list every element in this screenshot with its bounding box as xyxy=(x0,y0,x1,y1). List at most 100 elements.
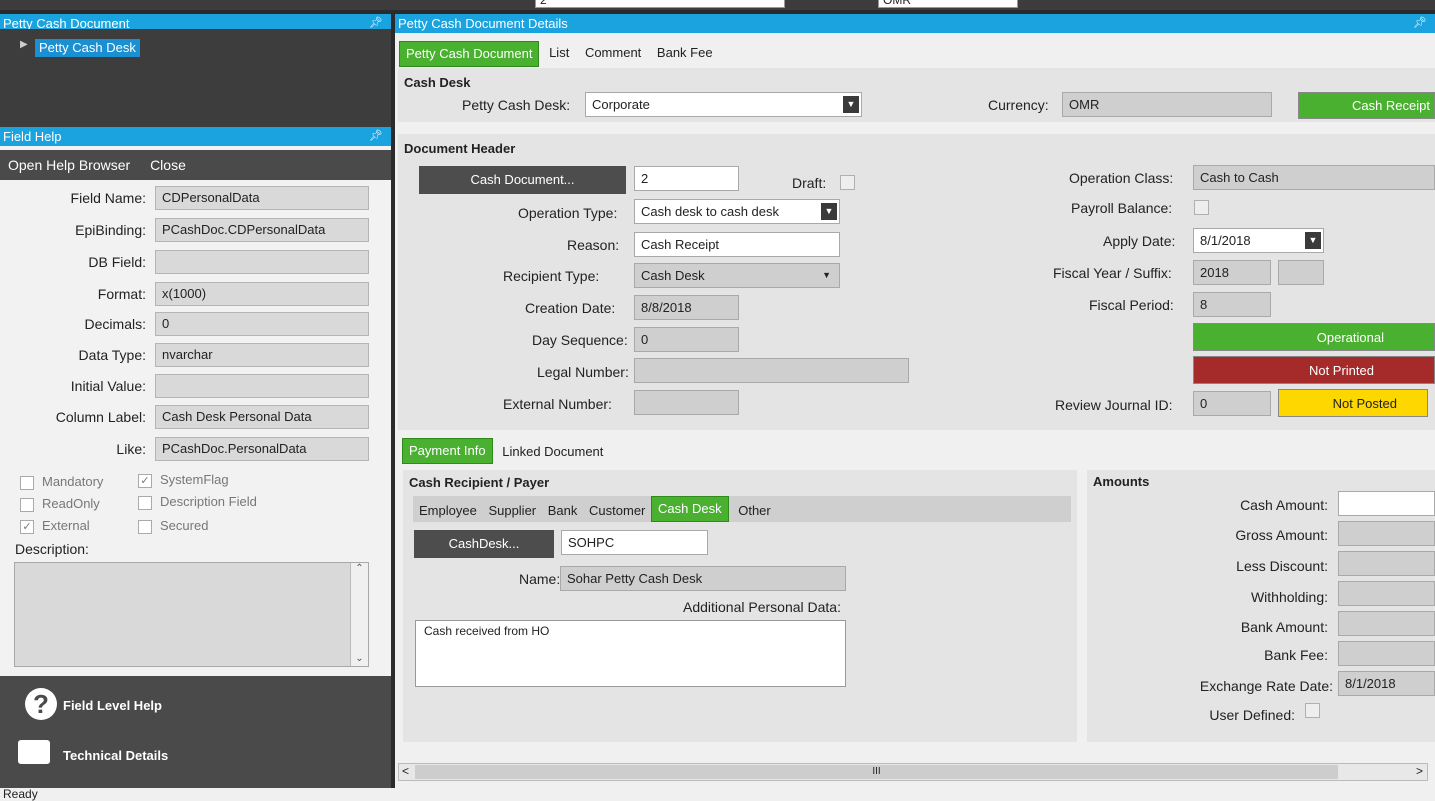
field-help-value[interactable]: x(1000) xyxy=(155,282,369,306)
checkbox[interactable] xyxy=(138,495,152,510)
field-help-value[interactable]: PCashDoc.CDPersonalData xyxy=(155,218,369,242)
fiscal-year-field[interactable]: 2018 xyxy=(1193,260,1271,285)
check-mandatory[interactable]: Mandatory xyxy=(20,474,103,490)
tab-cash-desk[interactable]: Cash Desk xyxy=(651,496,729,522)
withholding-field[interactable] xyxy=(1338,581,1435,606)
cash-document-field[interactable]: 2 xyxy=(634,166,739,191)
tree-item-petty-cash-desk[interactable]: Petty Cash Desk xyxy=(35,39,140,57)
external-number-label: External Number: xyxy=(503,396,612,412)
additional-personal-data-textarea[interactable]: Cash received from HO xyxy=(415,620,846,687)
field-level-help-link[interactable]: Field Level Help xyxy=(63,698,162,713)
bank-amount-field[interactable] xyxy=(1338,611,1435,636)
scroll-thumb[interactable]: III xyxy=(415,765,1338,779)
field-help-value[interactable]: nvarchar xyxy=(155,343,369,367)
field-help-value[interactable] xyxy=(155,250,369,274)
tree-panel: ▶ Petty Cash Desk xyxy=(0,29,391,127)
recipient-title: Cash Recipient / Payer xyxy=(409,475,550,490)
toolbar-record-input[interactable]: 2 xyxy=(535,0,785,8)
tab-bank[interactable]: Bank xyxy=(542,496,584,522)
fiscal-suffix-field[interactable] xyxy=(1278,260,1324,285)
check-secured[interactable]: Secured xyxy=(138,518,208,534)
checkbox-checked[interactable]: ✓ xyxy=(138,473,152,488)
creation-date-field[interactable]: 8/8/2018 xyxy=(634,295,739,320)
cashdesk-field[interactable]: SOHPC xyxy=(561,530,708,555)
exchange-rate-date-field[interactable]: 8/1/2018 xyxy=(1338,671,1435,696)
scroll-up-icon[interactable]: ⌃ xyxy=(351,563,368,574)
scrollbar[interactable]: ⌃ ⌄ xyxy=(350,563,368,666)
checkbox[interactable] xyxy=(20,497,34,512)
tab-payment-info[interactable]: Payment Info xyxy=(402,438,493,464)
cashdesk-button[interactable]: CashDesk... xyxy=(414,530,554,558)
close-button[interactable]: Close xyxy=(150,157,186,173)
pin-icon[interactable]: 📌︎ xyxy=(1413,14,1427,33)
reason-field[interactable]: Cash Receipt xyxy=(634,232,840,257)
bank-amount-label: Bank Amount: xyxy=(1240,619,1328,635)
user-defined-checkbox[interactable] xyxy=(1305,703,1320,718)
name-field[interactable]: Sohar Petty Cash Desk xyxy=(560,566,846,591)
fiscal-period-field[interactable]: 8 xyxy=(1193,292,1271,317)
payroll-balance-checkbox[interactable] xyxy=(1194,200,1209,215)
legal-number-label: Legal Number: xyxy=(537,364,629,380)
checkbox-checked[interactable]: ✓ xyxy=(20,519,34,534)
chevron-down-icon[interactable]: ▼ xyxy=(821,203,837,220)
operation-type-value: Cash desk to cash desk xyxy=(641,204,780,219)
field-help-value[interactable]: PCashDoc.PersonalData xyxy=(155,437,369,461)
petty-cash-desk-dropdown[interactable]: Corporate ▼ xyxy=(585,92,862,117)
tab-petty-cash-document[interactable]: Petty Cash Document xyxy=(399,41,540,67)
amounts-title: Amounts xyxy=(1093,474,1150,489)
checkbox[interactable] xyxy=(20,475,34,490)
operation-class-field[interactable]: Cash to Cash xyxy=(1193,165,1435,190)
external-number-field[interactable] xyxy=(634,390,739,415)
field-help-value[interactable]: 0 xyxy=(155,312,369,336)
technical-details-link[interactable]: Technical Details xyxy=(63,748,168,763)
less-discount-field[interactable] xyxy=(1338,551,1435,576)
checkbox[interactable] xyxy=(138,519,152,534)
scroll-left-icon[interactable]: < xyxy=(402,764,409,778)
field-help-value[interactable]: Cash Desk Personal Data xyxy=(155,405,369,429)
toolbar: 2 OMR xyxy=(0,0,1435,10)
cash-amount-field[interactable] xyxy=(1338,491,1435,516)
tab-bank-fee[interactable]: Bank Fee xyxy=(651,41,719,67)
field-help-value[interactable] xyxy=(155,374,369,398)
description-textarea[interactable]: ⌃ ⌄ xyxy=(14,562,369,667)
open-help-browser-button[interactable]: Open Help Browser xyxy=(8,157,130,173)
horizontal-scrollbar[interactable]: < III > xyxy=(398,763,1428,781)
check-description-field[interactable]: Description Field xyxy=(138,494,257,510)
operation-type-dropdown[interactable]: Cash desk to cash desk ▼ xyxy=(634,199,840,224)
bank-fee-field[interactable] xyxy=(1338,641,1435,666)
cash-document-button[interactable]: Cash Document... xyxy=(419,166,626,194)
draft-checkbox[interactable] xyxy=(840,175,855,190)
toolbar-currency-input[interactable]: OMR xyxy=(878,0,1018,8)
legal-number-field[interactable] xyxy=(634,358,909,383)
field-help-row: Column Label: Cash Desk Personal Data xyxy=(0,405,391,429)
day-sequence-field[interactable]: 0 xyxy=(634,327,739,352)
tab-linked-document[interactable]: Linked Document xyxy=(496,438,609,464)
field-help-label: Like: xyxy=(116,441,146,457)
review-journal-id-field[interactable]: 0 xyxy=(1193,391,1271,416)
tab-employee[interactable]: Employee xyxy=(413,496,483,522)
tab-supplier[interactable]: Supplier xyxy=(486,496,538,522)
pin-icon[interactable]: 📌︎ xyxy=(369,127,383,146)
description-label: Description: xyxy=(15,541,89,557)
tab-customer[interactable]: Customer xyxy=(587,496,647,522)
tab-comment[interactable]: Comment xyxy=(579,41,647,67)
chevron-down-icon[interactable]: ▼ xyxy=(822,264,831,287)
tab-other[interactable]: Other xyxy=(732,496,777,522)
apply-date-field[interactable]: 8/1/2018 ▼ xyxy=(1193,228,1324,253)
check-systemflag[interactable]: ✓ SystemFlag xyxy=(138,472,229,488)
chevron-down-icon[interactable]: ▼ xyxy=(1305,232,1321,249)
scroll-down-icon[interactable]: ⌄ xyxy=(351,653,368,664)
cash-receipt-status: Cash Receipt xyxy=(1298,92,1435,119)
recipient-type-dropdown[interactable]: Cash Desk ▼ xyxy=(634,263,840,288)
gross-amount-field[interactable] xyxy=(1338,521,1435,546)
scroll-right-icon[interactable]: > xyxy=(1416,764,1423,778)
check-readonly[interactable]: ReadOnly xyxy=(20,496,100,512)
draft-label: Draft: xyxy=(792,175,827,191)
expand-arrow-icon[interactable]: ▶ xyxy=(20,39,28,50)
chevron-down-icon[interactable]: ▼ xyxy=(843,96,859,113)
tab-list[interactable]: List xyxy=(543,41,575,67)
field-help-value[interactable]: CDPersonalData xyxy=(155,186,369,210)
currency-field[interactable]: OMR xyxy=(1062,92,1272,117)
check-external[interactable]: ✓ External xyxy=(20,518,90,534)
check-label: ReadOnly xyxy=(42,496,100,511)
